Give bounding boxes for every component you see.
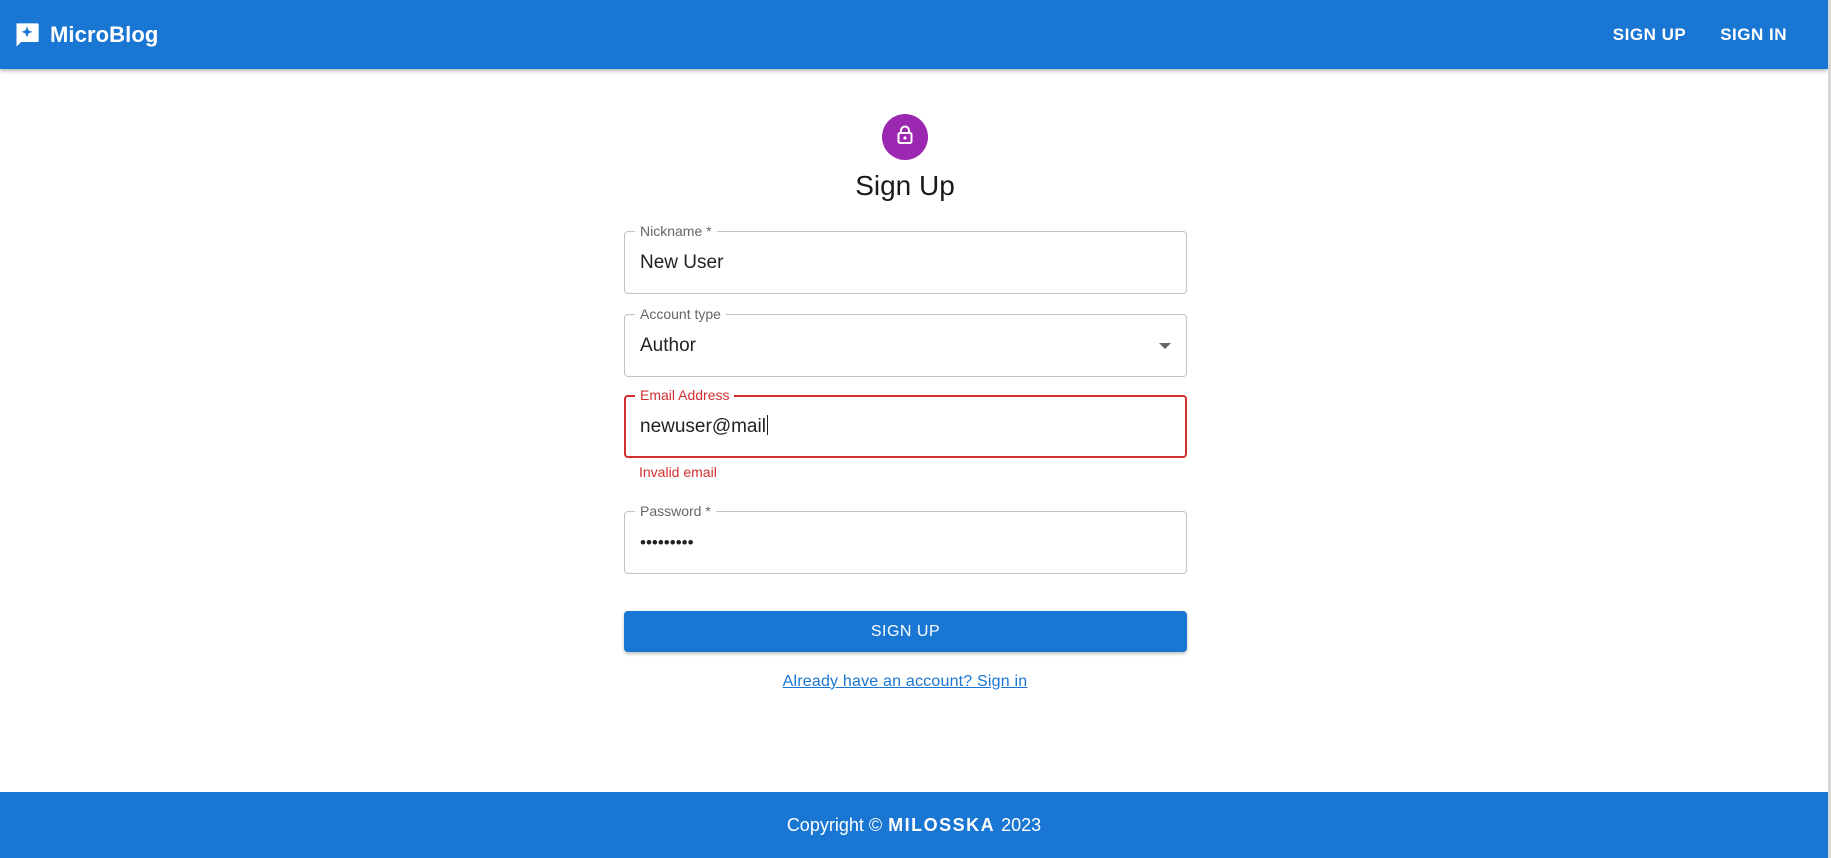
- copyright-year: 2023: [1001, 814, 1042, 835]
- email-input[interactable]: newuser@mail: [640, 415, 768, 439]
- nickname-field[interactable]: Nickname * New User: [624, 222, 1187, 294]
- chat-sparkle-icon: [12, 20, 42, 50]
- dropdown-arrow-icon[interactable]: [1159, 343, 1171, 349]
- sign-up-button[interactable]: SIGN UP: [624, 611, 1187, 652]
- signin-link-row: Already have an account? Sign in: [0, 673, 1810, 691]
- nickname-label: Nickname *: [635, 222, 717, 240]
- email-input-text: newuser@mail: [640, 416, 766, 437]
- text-cursor: [766, 415, 768, 435]
- copyright-text: Copyright ©: [786, 814, 883, 835]
- footer: Copyright © MILOSSKA 2023: [0, 792, 1828, 858]
- app-bar: MicroBlog SIGN UP SIGN IN: [0, 0, 1828, 69]
- top-nav: SIGN UP SIGN IN: [1590, 17, 1798, 53]
- brand-name: MicroBlog: [50, 21, 159, 47]
- password-field[interactable]: Password * •••••••••: [624, 502, 1187, 574]
- account-type-label: Account type: [635, 305, 726, 323]
- lock-icon: [893, 123, 917, 152]
- password-input[interactable]: •••••••••: [640, 531, 694, 555]
- copyright-owner: MILOSSKA: [888, 814, 996, 835]
- email-label: Email Address: [635, 386, 735, 404]
- brand-link[interactable]: MicroBlog: [12, 20, 158, 50]
- account-type-value[interactable]: Author: [640, 334, 696, 358]
- account-type-select[interactable]: Account type Author: [624, 305, 1187, 377]
- page-title: Sign Up: [855, 170, 955, 201]
- email-error-text: Invalid email: [639, 464, 717, 480]
- email-field[interactable]: Email Address newuser@mail: [624, 386, 1187, 458]
- nav-sign-up-button[interactable]: SIGN UP: [1602, 17, 1697, 53]
- nav-sign-in-button[interactable]: SIGN IN: [1709, 17, 1798, 53]
- nickname-input[interactable]: New User: [640, 251, 723, 275]
- password-label: Password *: [635, 502, 716, 520]
- lock-avatar: [882, 114, 928, 160]
- page: MicroBlog SIGN UP SIGN IN Sign Up Nickna…: [0, 0, 1831, 858]
- signin-link[interactable]: Already have an account? Sign in: [783, 673, 1028, 690]
